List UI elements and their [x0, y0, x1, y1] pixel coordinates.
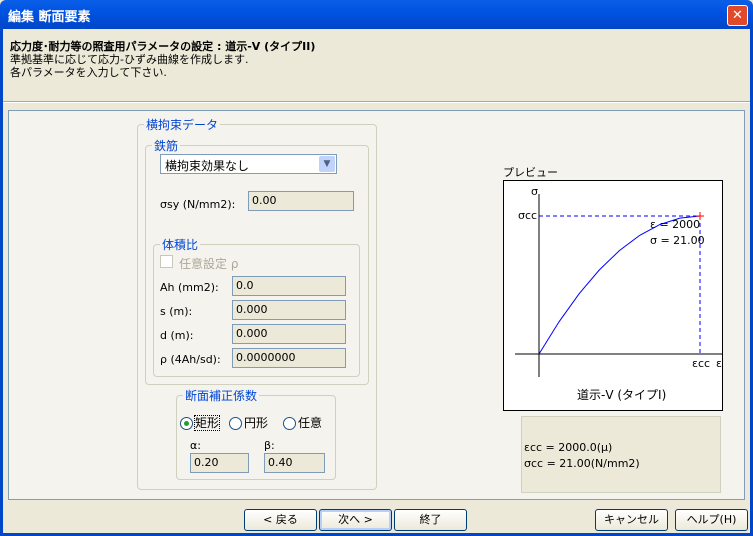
preview-label: プレビュー: [503, 166, 558, 179]
cancel-button[interactable]: キャンセル: [595, 509, 668, 531]
radio-icon: [180, 417, 193, 430]
y-axis-label: σ: [531, 185, 538, 198]
finish-button[interactable]: 終了: [394, 509, 467, 531]
radio-icon: [283, 417, 296, 430]
sigma-sy-field[interactable]: 0.00: [248, 191, 354, 211]
help-button[interactable]: ヘルプ(H): [675, 509, 748, 531]
s-label: s (m):: [160, 305, 193, 318]
close-button[interactable]: ✕: [727, 5, 748, 26]
back-button[interactable]: < 戻る: [244, 509, 317, 531]
radio-icon: [229, 417, 242, 430]
s-field[interactable]: 0.000: [232, 300, 346, 320]
eps-cc-value: εcc = 2000.0(μ): [524, 441, 613, 454]
select-value: 横拘束効果なし: [165, 159, 250, 173]
volume-ratio-legend: 体積比: [162, 238, 199, 252]
y-tick-sigma-cc: σcc: [518, 209, 538, 222]
radio-arbitrary[interactable]: 任意: [283, 414, 322, 431]
confinement-legend: 横拘束データ: [146, 118, 219, 132]
ah-label: Ah (mm2):: [160, 281, 219, 294]
rho-field[interactable]: 0.0000000: [232, 348, 346, 368]
rho-label: ρ (4Ah/sd):: [160, 353, 221, 366]
x-axis-label: ε: [716, 357, 722, 370]
rebar-legend: 鉄筋: [154, 139, 179, 153]
preview-info-box: εcc = 2000.0(μ) σcc = 21.00(N/mm2): [521, 416, 721, 493]
chart-title: 道示-V (タイプI): [577, 388, 667, 402]
divider: [3, 101, 750, 103]
correction-legend: 断面補正係数: [185, 389, 258, 403]
d-field[interactable]: 0.000: [232, 324, 346, 344]
beta-label: β:: [264, 439, 275, 452]
x-tick-eps-cc: εcc: [692, 357, 711, 370]
ah-field[interactable]: 0.0: [232, 276, 346, 296]
alpha-field[interactable]: 0.20: [190, 453, 249, 473]
window-title: 編集 断面要素: [8, 10, 91, 25]
arbitrary-rho-checkbox[interactable]: [160, 255, 173, 268]
sigma-sy-label: σsy (N/mm2):: [160, 198, 236, 211]
sigma-cc-value: σcc = 21.00(N/mm2): [524, 457, 640, 470]
alpha-label: α:: [190, 439, 201, 452]
confinement-select[interactable]: 横拘束効果なし ▼: [160, 154, 337, 174]
arbitrary-rho-label: 任意設定 ρ: [179, 257, 239, 271]
annotation-eps: ε = 2000: [650, 218, 701, 231]
preview-chart: σ σcc ε = 2000 σ = 21.00 εcc ε 道示-V (タイプ…: [503, 180, 723, 411]
header-instruction: 各パラメータを入力して下さい.: [10, 66, 167, 79]
title-bar: [0, 0, 753, 29]
next-button[interactable]: 次へ >: [319, 509, 392, 531]
chevron-down-icon[interactable]: ▼: [319, 156, 335, 172]
annotation-sigma: σ = 21.00: [650, 234, 705, 247]
d-label: d (m):: [160, 329, 194, 342]
beta-field[interactable]: 0.40: [264, 453, 325, 473]
radio-rectangle[interactable]: 矩形: [180, 414, 221, 431]
radio-circle[interactable]: 円形: [229, 414, 268, 431]
